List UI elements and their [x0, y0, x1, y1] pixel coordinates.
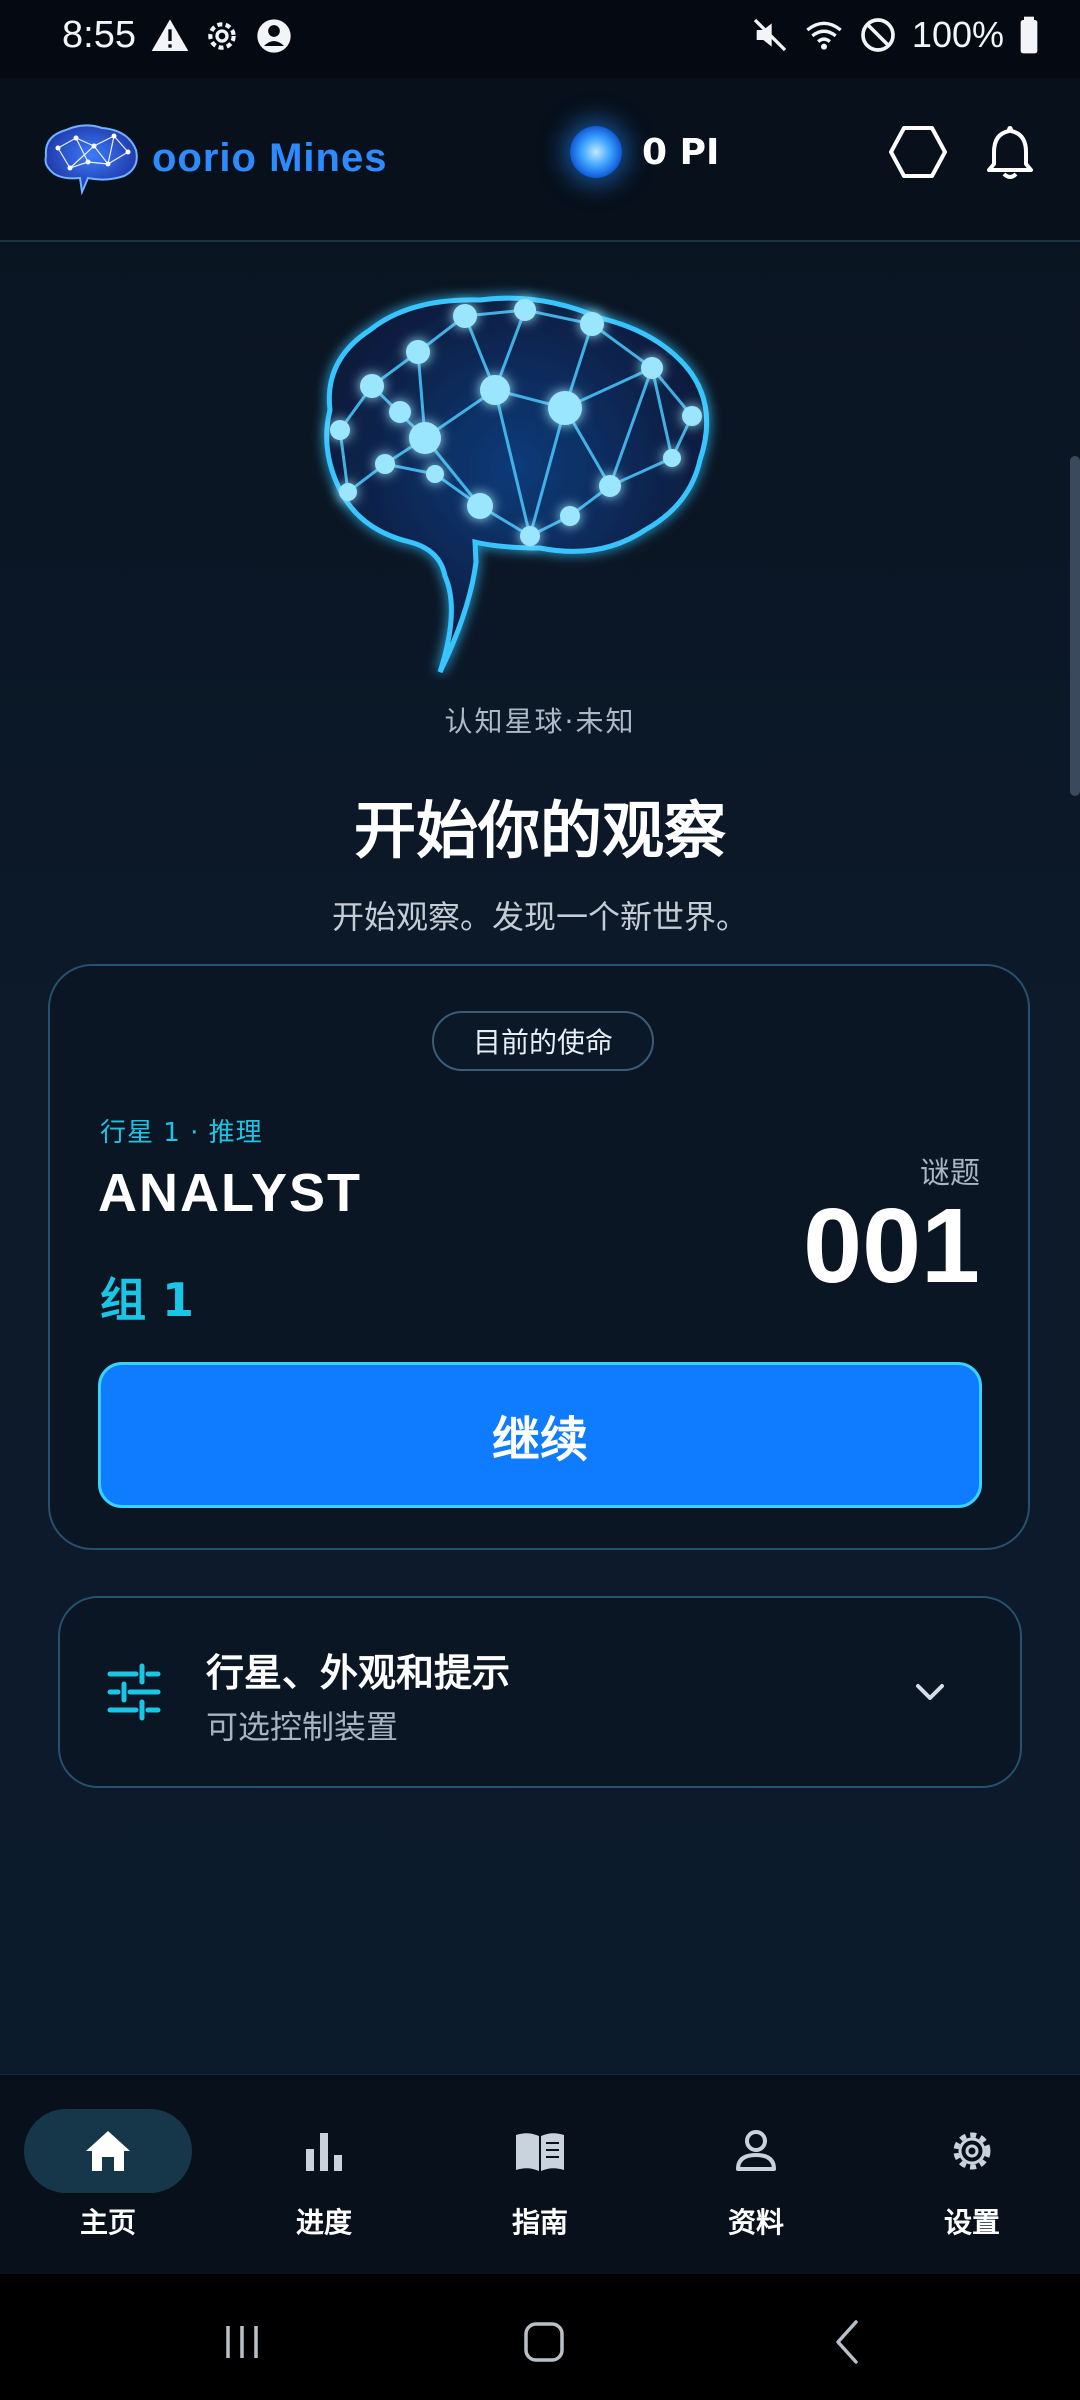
nav-label: 资料 — [727, 2206, 784, 2239]
status-left-icons — [150, 16, 294, 56]
nav-icon-wrap — [240, 2109, 408, 2193]
mute-icon — [753, 18, 787, 52]
nav-icon-wrap — [456, 2109, 624, 2193]
app-name: oorio Mines — [152, 135, 388, 180]
app-logo[interactable]: oorio Mines — [36, 118, 387, 198]
nav-label: 指南 — [511, 2206, 568, 2239]
page-subtitle: 开始观察。发现一个新世界。 — [331, 898, 748, 936]
app-screen: 8:55 100% oorio Mines 0 PI 认知星球·未知 开始你的观… — [0, 0, 1080, 2400]
book-icon — [516, 2133, 564, 2171]
bottom-nav: 主页 进度 指南 资料 设置 — [0, 2074, 1080, 2275]
nav-icon-wrap — [24, 2109, 192, 2193]
nav-label: 进度 — [295, 2206, 352, 2239]
back-icon[interactable] — [818, 2312, 878, 2372]
status-right: 100% — [750, 14, 1040, 56]
mission-card: 目前的使命 行星 1 · 推理 ANALYST 组 1 谜题 001 继续 — [48, 964, 1030, 1550]
nav-item-settings[interactable]: 设置 — [864, 2075, 1080, 2275]
account-circle-icon — [257, 19, 291, 53]
pi-orb-icon — [570, 126, 622, 178]
chevron-down-icon[interactable] — [910, 1672, 950, 1712]
nav-label: 设置 — [943, 2206, 1000, 2239]
status-bar: 8:55 100% — [0, 0, 1080, 78]
options-panel[interactable]: 行星、外观和提示 可选控制装置 — [58, 1596, 1022, 1788]
puzzle-number: 001 — [803, 1187, 980, 1305]
do-not-disturb-icon — [861, 18, 895, 52]
nav-icon-wrap — [672, 2109, 840, 2193]
status-time: 8:55 — [62, 14, 136, 56]
person-icon — [736, 2130, 776, 2171]
options-subtitle: 可选控制装置 — [206, 1708, 399, 1746]
tune-sliders-icon — [107, 1663, 161, 1721]
brain-illustration — [324, 295, 710, 674]
current-mission-badge: 目前的使命 — [432, 1011, 654, 1071]
continue-button[interactable]: 继续 — [98, 1362, 982, 1508]
settings-icon — [953, 2132, 991, 2170]
nav-icon-wrap — [888, 2109, 1056, 2193]
home-button-icon[interactable] — [514, 2312, 574, 2372]
scroll-indicator[interactable] — [1070, 456, 1080, 796]
mission-name: ANALYST — [98, 1163, 363, 1223]
battery-icon — [1020, 16, 1038, 54]
brain-logo-icon — [44, 124, 138, 196]
page-title: 开始你的观察 — [353, 794, 726, 867]
nav-item-profile[interactable]: 资料 — [648, 2075, 864, 2275]
warning-icon — [151, 19, 189, 51]
nav-label: 主页 — [79, 2206, 136, 2239]
planet-status-caption: 认知星球·未知 — [444, 705, 636, 738]
nav-item-guide[interactable]: 指南 — [432, 2075, 648, 2275]
bar-chart-icon — [306, 2133, 342, 2171]
recent-apps-icon[interactable] — [212, 2312, 272, 2372]
hexagon-icon[interactable] — [888, 122, 948, 182]
nav-item-progress[interactable]: 进度 — [216, 2075, 432, 2275]
app-header: oorio Mines 0 PI — [0, 78, 1080, 242]
mission-tag: 行星 1 · 推理 — [100, 1118, 263, 1148]
nav-item-home[interactable]: 主页 — [0, 2075, 216, 2275]
settings-gear-icon — [208, 22, 236, 50]
battery-percent: 100% — [911, 14, 1004, 55]
wifi-icon — [806, 21, 842, 50]
balance-text: 0 PI — [642, 131, 720, 173]
options-title: 行星、外观和提示 — [206, 1651, 511, 1695]
pi-balance[interactable]: 0 PI — [570, 126, 719, 178]
home-icon — [86, 2131, 130, 2171]
mission-group: 组 1 — [100, 1273, 195, 1327]
bell-icon[interactable] — [980, 122, 1040, 182]
system-nav-bar — [0, 2274, 1080, 2400]
